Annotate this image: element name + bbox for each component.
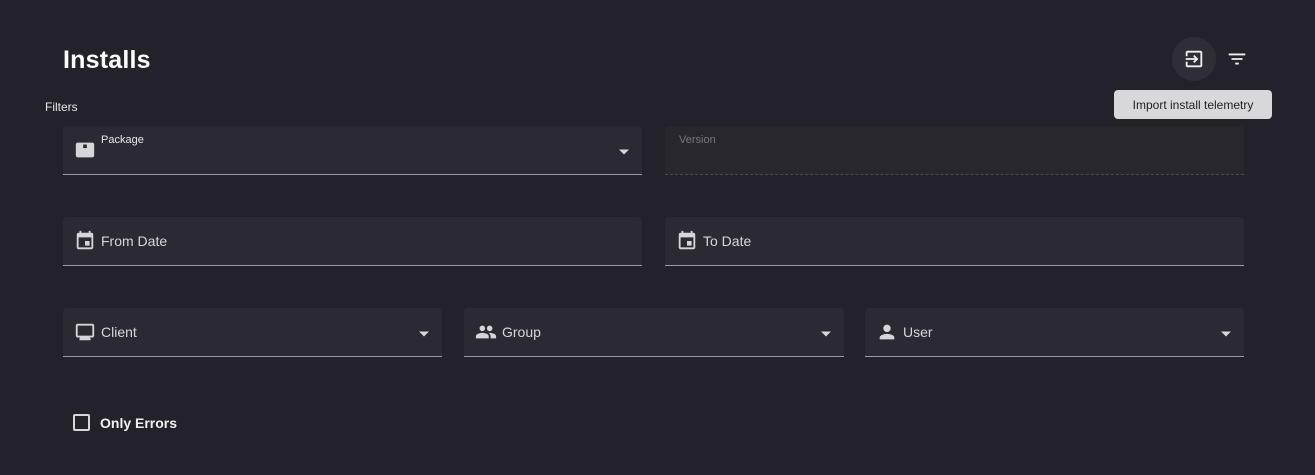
calendar-icon	[74, 230, 96, 252]
calendar-icon	[676, 230, 698, 252]
monitor-icon	[74, 321, 96, 343]
version-field: Version	[665, 126, 1244, 175]
import-button[interactable]	[1172, 37, 1216, 81]
from-date-label: From Date	[101, 233, 168, 249]
only-errors-label: Only Errors	[100, 414, 178, 431]
package-label: Package	[101, 134, 144, 146]
version-label: Version	[679, 134, 716, 146]
filter-button[interactable]	[1215, 37, 1259, 81]
user-label: User	[903, 324, 933, 340]
user-select[interactable]: User	[865, 308, 1244, 357]
filters-label: Filters	[45, 100, 78, 114]
client-label: Client	[101, 324, 137, 340]
import-tooltip: Import install telemetry	[1114, 90, 1272, 119]
page-title: Installs	[63, 46, 151, 74]
filter-list-icon	[1228, 53, 1246, 65]
to-date-label: To Date	[703, 233, 752, 249]
chevron-down-icon	[418, 327, 430, 339]
group-label: Group	[502, 324, 541, 340]
person-icon	[876, 321, 898, 343]
client-select[interactable]: Client	[63, 308, 442, 357]
installs-page: Installs Import install telemetry Filter…	[0, 0, 1315, 475]
package-icon	[74, 139, 96, 161]
from-date-field[interactable]: From Date	[63, 217, 642, 266]
package-select[interactable]: Package	[63, 126, 642, 175]
chevron-down-icon	[618, 145, 630, 157]
only-errors-row[interactable]: Only Errors	[73, 414, 177, 431]
chevron-down-icon	[820, 327, 832, 339]
import-icon	[1185, 50, 1203, 68]
only-errors-checkbox[interactable]	[73, 414, 90, 431]
group-select[interactable]: Group	[464, 308, 844, 357]
to-date-field[interactable]: To Date	[665, 217, 1244, 266]
group-icon	[475, 321, 497, 343]
chevron-down-icon	[1220, 327, 1232, 339]
